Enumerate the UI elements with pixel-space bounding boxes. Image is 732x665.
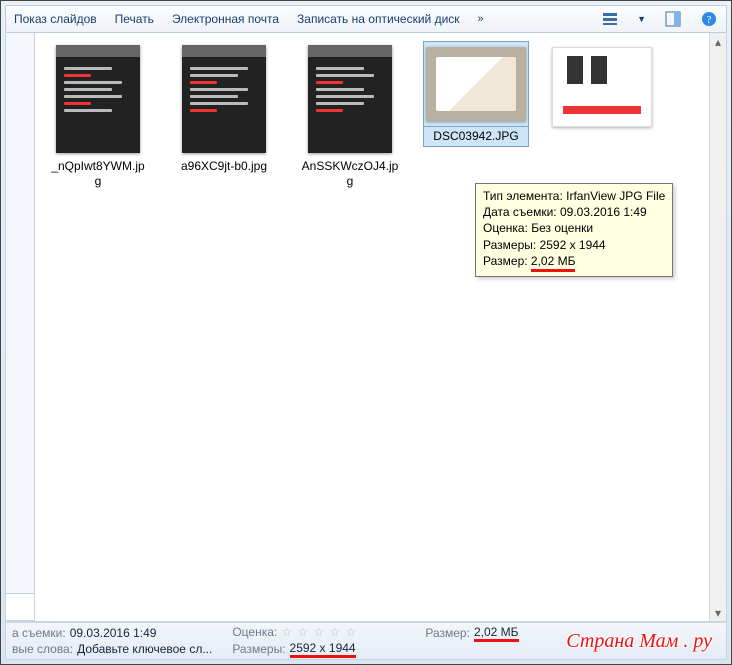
file-name: DSC03942.JPG: [423, 127, 529, 147]
file-name: a96XC9jt-b0.jpg: [171, 157, 277, 176]
status-dims-value: 2592 x 1944: [290, 641, 356, 658]
file-item-selected[interactable]: DSC03942.JPG: [423, 41, 529, 147]
status-rating-label: Оценка:: [232, 625, 277, 639]
file-item[interactable]: AnSSKWczOJ4.jpg: [297, 41, 403, 191]
status-bar: а съемки: 09.03.2016 1:49 вые слова: Доб…: [5, 622, 727, 660]
status-size-value: 2,02 МБ: [474, 625, 519, 642]
status-dims-label: Размеры:: [232, 642, 285, 656]
status-size-label: Размер:: [425, 626, 470, 640]
file-item[interactable]: a96XC9jt-b0.jpg: [171, 41, 277, 176]
burn-button[interactable]: Записать на оптический диск: [297, 12, 460, 26]
email-button[interactable]: Электронная почта: [172, 12, 279, 26]
file-name: [549, 133, 655, 137]
file-thumbnail: [552, 47, 652, 127]
file-name: _nQpIwt8YWM.jpg: [45, 157, 151, 191]
file-tooltip: Тип элемента: IrfanView JPG File Дата съ…: [475, 183, 673, 277]
sidebar-item[interactable]: [6, 593, 34, 621]
status-tags-value[interactable]: Добавьте ключевое сл...: [77, 642, 212, 656]
preview-pane-icon[interactable]: [664, 10, 682, 28]
sidebar-stub: [5, 33, 35, 622]
watermark: Страна Мам . ру: [566, 630, 712, 653]
help-icon[interactable]: ?: [700, 10, 718, 28]
file-thumbnail: [308, 45, 392, 153]
rating-stars[interactable]: ☆ ☆ ☆ ☆ ☆: [281, 625, 357, 639]
file-item[interactable]: _nQpIwt8YWM.jpg: [45, 41, 151, 191]
chevron-down-icon[interactable]: ▼: [637, 14, 646, 24]
status-date-value: 09.03.2016 1:49: [70, 626, 157, 640]
file-thumbnail: [426, 47, 526, 121]
scroll-up-icon[interactable]: ▴: [710, 33, 726, 50]
vertical-scrollbar[interactable]: ▴ ▾: [709, 33, 726, 621]
print-button[interactable]: Печать: [115, 12, 154, 26]
file-list-pane: _nQpIwt8YWM.jpg a96XC9jt-b0.jpg AnSSKWcz…: [35, 33, 727, 622]
scroll-down-icon[interactable]: ▾: [710, 604, 726, 621]
toolbar-overflow-button[interactable]: »: [478, 13, 484, 25]
view-options-icon[interactable]: [601, 10, 619, 28]
file-thumbnail: [182, 45, 266, 153]
status-date-label: а съемки:: [12, 626, 66, 640]
file-name: AnSSKWczOJ4.jpg: [297, 157, 403, 191]
slideshow-button[interactable]: Показ слайдов: [14, 12, 97, 26]
file-thumbnail: [56, 45, 140, 153]
toolbar: Показ слайдов Печать Электронная почта З…: [5, 5, 727, 33]
status-tags-label: вые слова:: [12, 642, 73, 656]
file-item[interactable]: [549, 41, 655, 137]
svg-text:?: ?: [707, 14, 712, 26]
